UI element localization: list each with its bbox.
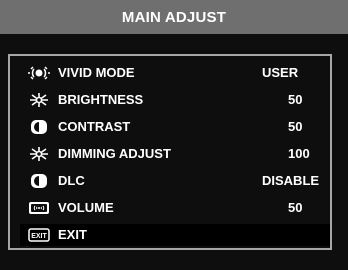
menu-item-label: CONTRAST	[58, 119, 131, 134]
brightness-icon	[28, 92, 50, 108]
menu-item-label: VIVID MODE	[58, 65, 135, 80]
menu-item-label: DLC	[58, 173, 85, 188]
menu-item-dimming-adjust[interactable]: DIMMING ADJUST 100	[20, 143, 330, 165]
menu-title: MAIN ADJUST	[121, 9, 227, 26]
menu-header: MAIN ADJUST	[0, 0, 348, 34]
menu-item-value: 50	[288, 119, 303, 134]
menu-item-exit[interactable]: EXIT EXIT	[20, 224, 330, 246]
dlc-icon	[28, 173, 50, 189]
menu-item-value: DISABLE	[262, 173, 320, 188]
menu-item-label: DIMMING ADJUST	[58, 146, 171, 161]
menu-item-brightness[interactable]: BRIGHTNESS 50	[20, 89, 330, 111]
menu-item-vivid-mode[interactable]: VIVID MODE USER	[20, 62, 330, 84]
dimming-icon	[28, 146, 50, 162]
volume-icon	[28, 200, 50, 216]
menu-item-dlc[interactable]: DLC DISABLE	[20, 170, 330, 192]
menu-item-value: 50	[288, 92, 303, 107]
menu-item-value: 50	[288, 200, 303, 215]
menu-item-label: EXIT	[58, 227, 87, 242]
osd-menu: MAIN ADJUST VIVID MODE USER BRIGHTNESS 5…	[0, 0, 348, 270]
menu-item-volume[interactable]: VOLUME 50	[20, 197, 330, 219]
menu-item-contrast[interactable]: CONTRAST 50	[20, 116, 330, 138]
contrast-icon	[28, 119, 50, 135]
menu-item-label: BRIGHTNESS	[58, 92, 144, 107]
vivid-mode-icon	[28, 65, 50, 81]
menu-item-value: 100	[288, 146, 310, 161]
exit-icon: EXIT	[28, 227, 50, 243]
menu-item-value: USER	[262, 65, 299, 80]
menu-item-label: VOLUME	[58, 200, 114, 215]
exit-icon-text: EXIT	[31, 233, 47, 240]
